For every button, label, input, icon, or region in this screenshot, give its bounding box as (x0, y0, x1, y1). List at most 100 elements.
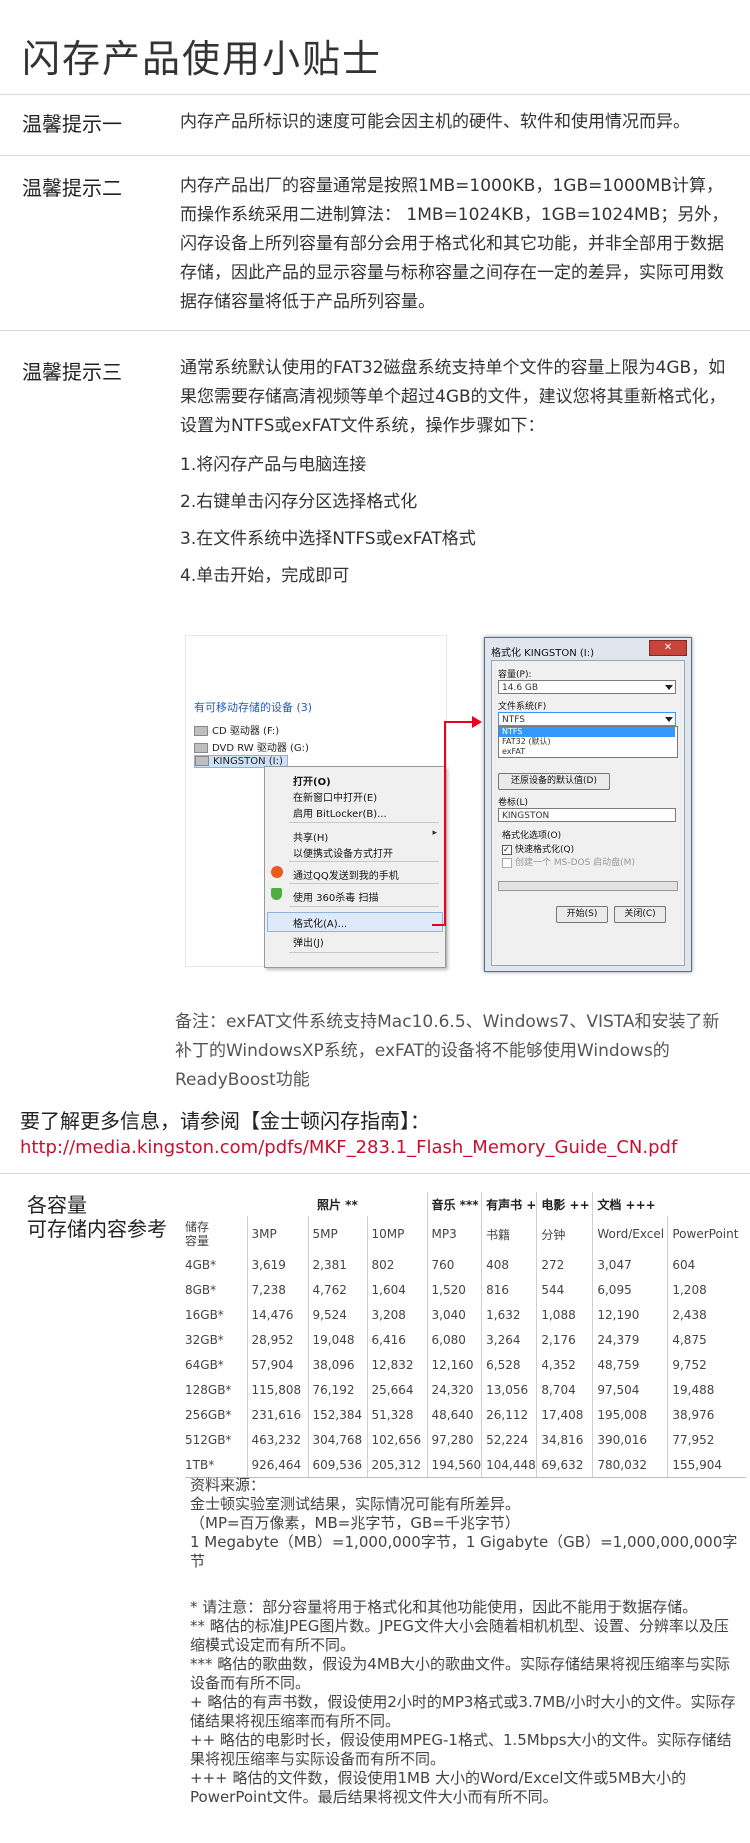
table-cell: 128GB* (185, 1382, 232, 1397)
table-cell: 97,504 (592, 1377, 668, 1402)
table-cell: 390,016 (592, 1427, 668, 1452)
group-docs: 文档 +++ (592, 1192, 746, 1216)
volume-label: 卷标(L) (498, 798, 529, 808)
table-row: 1TB* 926,464 609,536 205,312 194,560 104,448 6… (185, 1452, 746, 1478)
table-cell: 3,040 (426, 1302, 482, 1327)
table-cell: 408 (481, 1252, 537, 1277)
dialog-body: 容量(P): 14.6 GB 文件系统(F) NTFS NTFS FAT32 (… (491, 660, 685, 966)
table-cell: 1,208 (667, 1277, 746, 1302)
menu-open-new-window[interactable]: 在新窗口中打开(E) (293, 789, 377, 804)
table-cell: 38,976 (667, 1402, 746, 1427)
data-source: 资料来源： 金士顿实验室测试结果，实际情况可能有所差异。 （MP=百万像素，MB… (190, 1476, 738, 1570)
table-row: 16GB* 14,476 9,524 3,208 3,040 1,632 1,088 12,1… (185, 1302, 746, 1327)
table-group-header: 照片 ** 音乐 *** 有声书 + 电影 ++ 文档 +++ (185, 1192, 746, 1216)
table-cell: 1,088 (536, 1302, 593, 1327)
drive-cd[interactable]: CD 驱动器 (F:) (194, 722, 279, 737)
table-cell: 6,528 (481, 1352, 537, 1377)
table-cell: 64GB* (185, 1357, 224, 1372)
restore-defaults-button[interactable]: 还原设备的默认值(D) (498, 773, 610, 790)
table-cell: 760 (426, 1252, 482, 1277)
context-menu: 打开(O) 在新窗口中打开(E) 启用 BitLocker(B)... 共享(H… (264, 766, 446, 968)
menu-open[interactable]: 打开(O) (293, 773, 331, 788)
menu-360-scan[interactable]: 使用 360杀毒 扫描 (293, 889, 378, 904)
shield-icon (271, 888, 282, 900)
table-cell: 1,632 (481, 1302, 537, 1327)
table-cell: 28,952 (246, 1327, 308, 1352)
capacity-select[interactable]: 14.6 GB (498, 680, 676, 694)
menu-separator (289, 861, 439, 862)
divider (0, 330, 750, 331)
menu-qq-send[interactable]: 通过QQ发送到我的手机 (293, 867, 399, 882)
table-cell: 6,416 (366, 1327, 427, 1352)
fs-option-ntfs[interactable]: NTFS (499, 727, 675, 737)
menu-portable-device[interactable]: 以便携式设备方式打开 (293, 845, 393, 860)
table-cell: 926,464 (246, 1452, 308, 1478)
red-arrow-head-icon (472, 716, 482, 728)
fs-option-fat32[interactable]: FAT32 (默认) (499, 737, 675, 747)
table-cell: 16GB* (185, 1307, 224, 1322)
quick-format-checkbox[interactable]: ✓ 快速格式化(Q) (502, 842, 574, 855)
menu-separator (289, 952, 439, 953)
table-cell: 8,704 (536, 1377, 593, 1402)
tip-3-heading: 温馨提示三 (22, 360, 122, 384)
footnote: * 请注意：部分容量将用于格式化和其他功能使用，因此不能用于数据存储。 (190, 1598, 698, 1616)
table-cell: 19,488 (667, 1377, 746, 1402)
menu-separator (289, 883, 439, 884)
table-row: 512GB* 463,232 304,768 102,656 97,280 52,224 3… (185, 1427, 746, 1452)
footnote: ** 略估的标准JPEG图片数。JPEG文件大小会随着相机机型、设置、分辨率以及… (190, 1617, 729, 1654)
col-minutes: 分钟 (536, 1216, 593, 1252)
table-cell: 6,095 (592, 1277, 668, 1302)
table-sub-header: 储存 容量 3MP 5MP 10MP MP3 书籍 分钟 Word/Excel … (185, 1216, 746, 1252)
table-cell: 12,190 (592, 1302, 668, 1327)
table-cell: 2,381 (307, 1252, 367, 1277)
table-cell: 9,524 (307, 1302, 367, 1327)
dialog-title: 格式化 KINGSTON (I:) (491, 648, 595, 659)
table-cell: 2,176 (536, 1327, 593, 1352)
menu-eject[interactable]: 弹出(J) (293, 934, 324, 949)
table-cell: 19,048 (307, 1327, 367, 1352)
table-cell: 4,762 (307, 1277, 367, 1302)
menu-bitlocker[interactable]: 启用 BitLocker(B)... (293, 805, 387, 820)
step-2: 2.右键单击闪存分区选择格式化 (180, 492, 418, 512)
table-cell: 205,312 (366, 1452, 427, 1478)
table-cell: 609,536 (307, 1452, 367, 1478)
table-cell: 48,640 (426, 1402, 482, 1427)
msdos-disk-checkbox: 创建一个 MS-DOS 启动盘(M) (502, 855, 635, 868)
table-cell: 4,352 (536, 1352, 593, 1377)
removable-devices-header: 有可移动存储的设备 (3) (194, 701, 313, 714)
menu-separator (289, 906, 439, 907)
volume-input[interactable]: KINGSTON (498, 808, 676, 822)
table-cell: 77,952 (667, 1427, 746, 1452)
fs-option-exfat[interactable]: exFAT (499, 747, 675, 757)
exfat-note: 备注：exFAT文件系统支持Mac10.6.5、Windows7、VISTA和安… (175, 1012, 720, 1090)
col-5mp: 5MP (307, 1216, 367, 1252)
table-cell: 52,224 (481, 1427, 537, 1452)
table-cell: 8GB* (185, 1282, 217, 1297)
menu-format[interactable]: 格式化(A)... (293, 915, 347, 930)
close-icon[interactable]: ✕ (649, 640, 687, 656)
table-cell: 272 (536, 1252, 593, 1277)
menu-share[interactable]: 共享(H) (293, 829, 328, 844)
filesystem-options: NTFS FAT32 (默认) exFAT (498, 726, 678, 758)
filesystem-select[interactable]: NTFS (498, 712, 676, 726)
table-cell: 97,280 (426, 1427, 482, 1452)
red-arrow-line (444, 721, 446, 926)
drive-dvd[interactable]: DVD RW 驱动器 (G:) (194, 739, 309, 754)
qq-icon (271, 866, 283, 878)
flash-guide-link[interactable]: http://media.kingston.com/pdfs/MKF_283.1… (20, 1137, 677, 1158)
table-cell: 6,080 (426, 1327, 482, 1352)
start-button[interactable]: 开始(S) (556, 906, 608, 923)
tip-2-text: 内存产品出厂的容量通常是按照1MB=1000KB，1GB=1000MB计算，而操… (180, 176, 729, 312)
step-3: 3.在文件系统中选择NTFS或exFAT格式 (180, 529, 476, 549)
table-cell: 69,632 (536, 1452, 593, 1478)
col-capacity: 储存 容量 (185, 1220, 210, 1248)
footnote: +++ 略估的文件数，假设使用1MB 大小的Word/Excel文件或5MB大小… (190, 1769, 687, 1806)
table-cell: 102,656 (366, 1427, 427, 1452)
close-button[interactable]: 关闭(C) (614, 906, 666, 923)
divider (0, 94, 750, 95)
table-cell: 256GB* (185, 1407, 232, 1422)
table-row: 128GB* 115,808 76,192 25,664 24,320 13,056 8,7… (185, 1377, 746, 1402)
table-cell: 51,328 (366, 1402, 427, 1427)
dvd-drive-icon (194, 743, 208, 753)
table-cell: 1,520 (426, 1277, 482, 1302)
